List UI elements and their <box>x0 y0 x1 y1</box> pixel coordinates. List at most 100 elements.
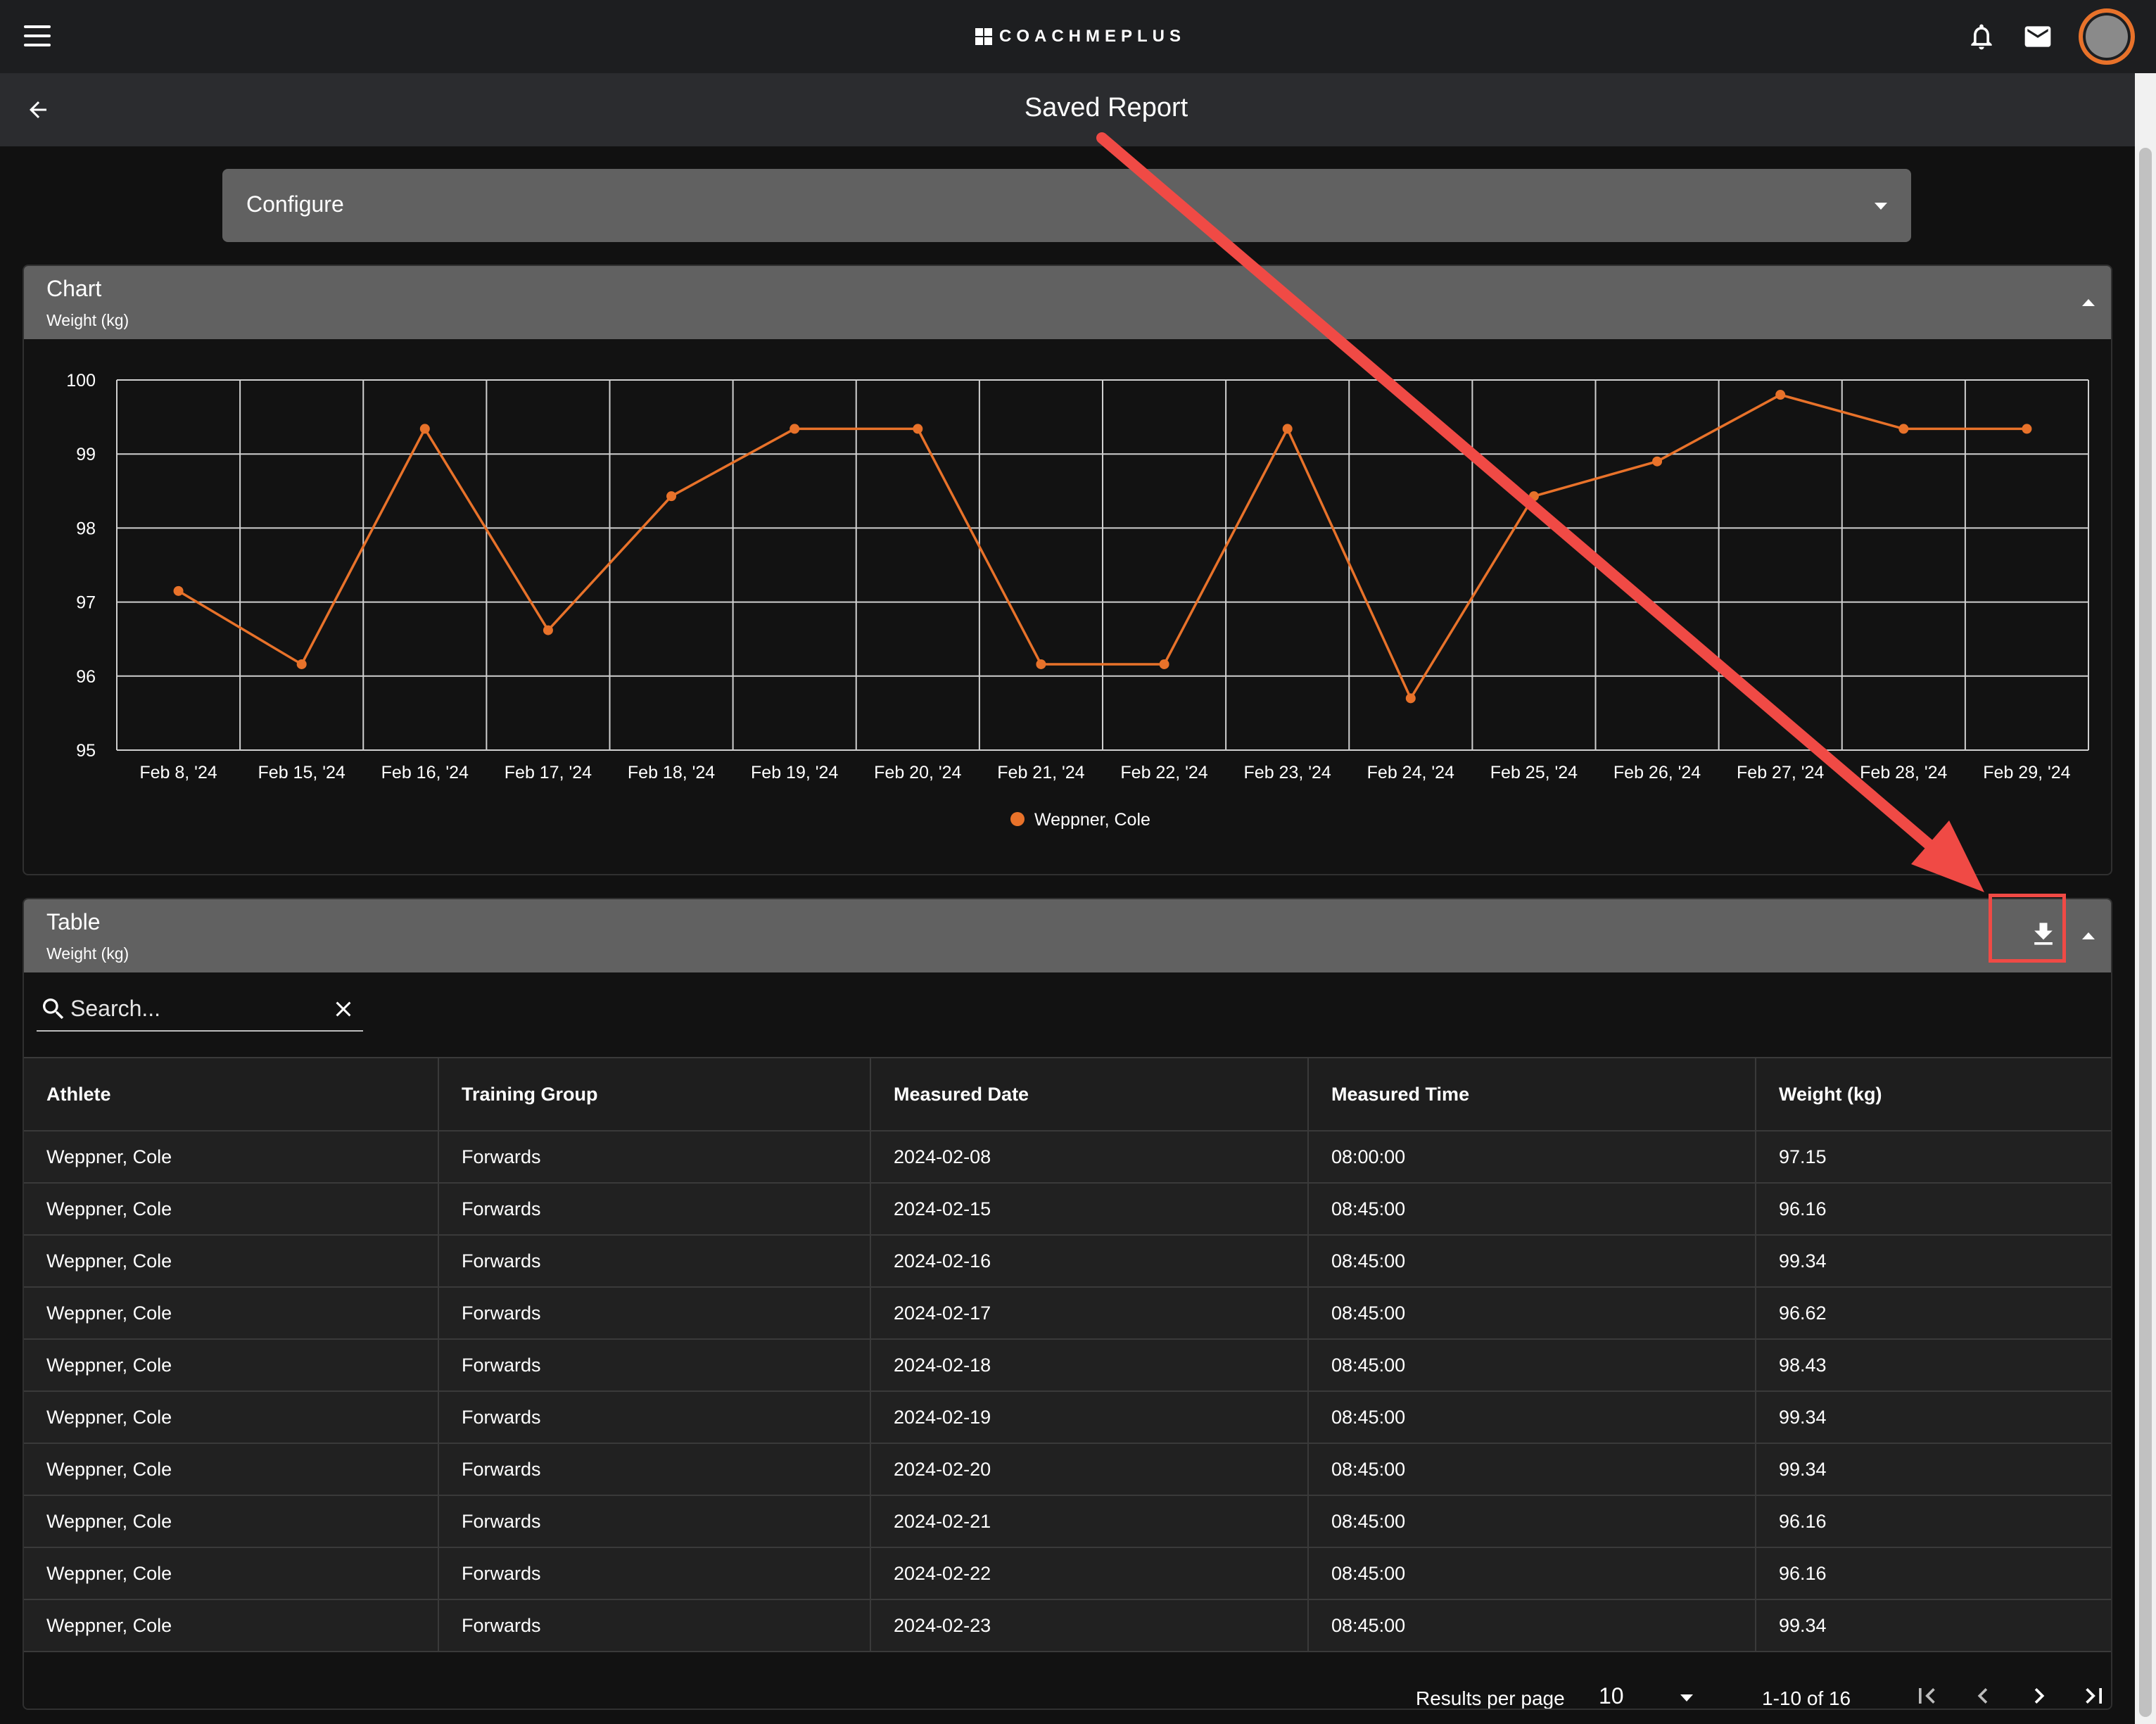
table-search <box>37 988 363 1032</box>
cell-training-group: Forwards <box>439 1340 871 1390</box>
y-tick-label: 98 <box>76 519 96 538</box>
data-point <box>1652 456 1663 467</box>
brand-logo: COACHMEPLUS <box>975 23 1186 51</box>
table-row[interactable]: Weppner, Cole Forwards 2024-02-08 08:00:00 9… <box>24 1132 2111 1184</box>
cell-measured-time: 08:45:00 <box>1309 1548 1756 1599</box>
table-row[interactable]: Weppner, Cole Forwards 2024-02-23 08:45:00 9… <box>24 1600 2111 1652</box>
cell-athlete: Weppner, Cole <box>24 1184 439 1234</box>
table-row[interactable]: Weppner, Cole Forwards 2024-02-16 08:45:00 9… <box>24 1236 2111 1288</box>
table-row[interactable]: Weppner, Cole Forwards 2024-02-20 08:45:00 9… <box>24 1444 2111 1496</box>
cell-athlete: Weppner, Cole <box>24 1496 439 1547</box>
configure-label: Configure <box>246 191 344 217</box>
close-icon[interactable] <box>331 996 356 1022</box>
data-point <box>790 424 800 434</box>
data-point <box>1159 659 1169 669</box>
y-tick-label: 97 <box>76 593 96 613</box>
configure-dropdown[interactable]: Configure <box>222 169 1911 242</box>
data-point <box>419 424 430 434</box>
cell-weight: 97.15 <box>1779 1146 1827 1167</box>
chevron-down-icon <box>1680 1694 1693 1701</box>
column-header-measured-time[interactable]: Measured Time <box>1309 1058 1756 1130</box>
cell-weight: 99.34 <box>1779 1250 1827 1272</box>
last-page-icon[interactable] <box>2079 1680 2110 1710</box>
table-collapse-button[interactable] <box>2074 922 2103 950</box>
cell-measured-time: 08:45:00 <box>1309 1340 1756 1390</box>
data-point <box>2022 424 2032 434</box>
cell-training-group: Forwards <box>439 1236 871 1286</box>
chevron-up-icon <box>2082 299 2095 306</box>
brand-name: COACHMEPLUS <box>999 27 1186 46</box>
results-per-page-value: 10 <box>1599 1683 1624 1709</box>
legend-label: Weppner, Cole <box>1034 810 1150 830</box>
cell-measured-time: 08:45:00 <box>1309 1444 1756 1495</box>
search-icon <box>43 999 64 1020</box>
pagination-bar: Results per page 10 1-10 of 16 <box>24 1666 2111 1710</box>
cell-weight: 98.43 <box>1779 1354 1827 1376</box>
column-header-athlete[interactable]: Athlete <box>24 1058 439 1130</box>
cell-training-group: Forwards <box>439 1392 871 1443</box>
cell-measured-date: 2024-02-08 <box>871 1132 1309 1182</box>
x-tick-label: Feb 17, '24 <box>505 763 592 782</box>
data-point <box>543 625 553 635</box>
cell-training-group: Forwards <box>439 1184 871 1234</box>
cell-training-group: Forwards <box>439 1288 871 1338</box>
data-point <box>1528 491 1539 502</box>
menu-icon[interactable] <box>24 25 52 48</box>
cell-athlete: Weppner, Cole <box>24 1288 439 1338</box>
data-point <box>173 585 184 596</box>
table-row[interactable]: Weppner, Cole Forwards 2024-02-21 08:45:00 9… <box>24 1496 2111 1548</box>
cell-measured-time: 08:45:00 <box>1309 1600 1756 1651</box>
x-tick-label: Feb 20, '24 <box>874 763 961 782</box>
avatar[interactable] <box>2079 8 2135 65</box>
data-point <box>1775 390 1786 400</box>
x-tick-label: Feb 27, '24 <box>1737 763 1824 782</box>
weight-line-chart: 95 96 97 98 99 100 Feb 8, '24 Feb 15, '24 Feb 16… <box>66 371 2089 830</box>
chart-panel-subtitle: Weight (kg) <box>46 311 129 329</box>
y-tick-label: 99 <box>76 445 96 464</box>
data-point <box>1036 659 1046 669</box>
cell-measured-date: 2024-02-17 <box>871 1288 1309 1338</box>
chart-panel: Chart Weight (kg) 95 96 97 98 99 100 Feb 8, '2… <box>23 265 2112 875</box>
pagination-range: 1-10 of 16 <box>1762 1687 1851 1709</box>
y-tick-label: 96 <box>76 667 96 687</box>
x-tick-label: Feb 22, '24 <box>1120 763 1207 782</box>
bell-icon[interactable] <box>1966 21 1997 52</box>
x-tick-label: Feb 25, '24 <box>1490 763 1578 782</box>
y-tick-label: 95 <box>76 741 96 761</box>
data-point <box>913 424 923 434</box>
results-per-page-select[interactable]: 10 <box>1597 1679 1703 1709</box>
first-page-icon[interactable] <box>1911 1680 1942 1710</box>
chart-panel-header[interactable]: Chart Weight (kg) <box>24 266 2111 339</box>
table-row[interactable]: Weppner, Cole Forwards 2024-02-19 08:45:00 9… <box>24 1392 2111 1444</box>
table-row[interactable]: Weppner, Cole Forwards 2024-02-18 08:45:00 9… <box>24 1340 2111 1392</box>
column-header-measured-date[interactable]: Measured Date <box>871 1058 1309 1130</box>
x-tick-label: Feb 16, '24 <box>381 763 469 782</box>
mail-icon[interactable] <box>2022 21 2053 52</box>
chart-collapse-button[interactable] <box>2074 289 2103 317</box>
table-row[interactable]: Weppner, Cole Forwards 2024-02-17 08:45:00 9… <box>24 1288 2111 1340</box>
cell-training-group: Forwards <box>439 1132 871 1182</box>
column-header-weight[interactable]: Weight (kg) <box>1756 1058 2111 1130</box>
table-panel-header[interactable]: Table Weight (kg) <box>24 899 2111 972</box>
cell-athlete: Weppner, Cole <box>24 1392 439 1443</box>
table-row[interactable]: Weppner, Cole Forwards 2024-02-22 08:45:00 9… <box>24 1548 2111 1600</box>
search-input[interactable] <box>70 992 310 1025</box>
data-point <box>1898 424 1909 434</box>
column-header-training-group[interactable]: Training Group <box>439 1058 871 1130</box>
x-tick-label: Feb 19, '24 <box>751 763 838 782</box>
page-title: Saved Report <box>1024 93 1188 122</box>
cell-athlete: Weppner, Cole <box>24 1548 439 1599</box>
page-header: Saved Report <box>0 73 2135 146</box>
previous-page-icon[interactable] <box>1967 1680 1998 1710</box>
table-row[interactable]: Weppner, Cole Forwards 2024-02-15 08:45:00 9… <box>24 1184 2111 1236</box>
scrollbar-thumb[interactable] <box>2139 148 2152 1717</box>
cell-weight: 96.62 <box>1779 1302 1827 1324</box>
x-tick-label: Feb 21, '24 <box>997 763 1084 782</box>
next-page-icon[interactable] <box>2024 1680 2055 1710</box>
cell-measured-time: 08:00:00 <box>1309 1132 1756 1182</box>
cell-measured-date: 2024-02-16 <box>871 1236 1309 1286</box>
x-tick-label: Feb 18, '24 <box>628 763 715 782</box>
cell-measured-time: 08:45:00 <box>1309 1392 1756 1443</box>
chevron-down-icon <box>1875 203 1887 210</box>
cell-measured-date: 2024-02-20 <box>871 1444 1309 1495</box>
